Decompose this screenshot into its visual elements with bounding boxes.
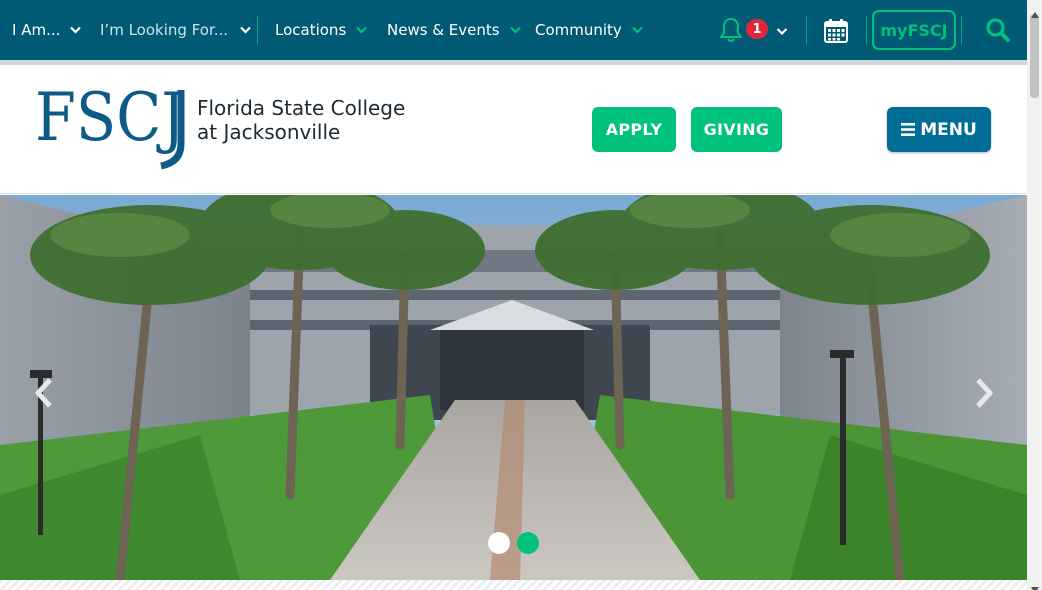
topbar-divider: [0, 60, 1027, 65]
bell-icon[interactable]: [717, 16, 745, 44]
college-name-line1: Florida State College: [197, 96, 406, 120]
chevron-right-icon: [976, 378, 993, 408]
calendar-icon[interactable]: [823, 18, 849, 44]
search-icon[interactable]: [985, 17, 1011, 43]
chevron-down-icon[interactable]: [776, 21, 788, 40]
nav-separator: [257, 16, 258, 44]
hero-carousel-image: [0, 195, 1027, 580]
carousel-dot-1[interactable]: [488, 532, 510, 554]
chevron-left-icon: [35, 378, 52, 408]
header-divider: [0, 193, 1027, 194]
chevron-down-icon: [70, 26, 82, 34]
carousel-next-button[interactable]: [972, 377, 996, 409]
nav-locations-label: Locations: [275, 21, 347, 39]
college-name[interactable]: Florida State College at Jacksonville: [197, 96, 405, 144]
section-divider-strip: [0, 580, 1027, 590]
nav-community[interactable]: Community: [535, 0, 643, 60]
chevron-down-icon: [632, 26, 643, 34]
myfscj-button[interactable]: myFSCJ: [872, 10, 956, 50]
nav-locations[interactable]: Locations: [275, 0, 368, 60]
chevron-down-icon: [509, 26, 521, 34]
nav-i-am[interactable]: I Am...: [12, 0, 82, 60]
menu-label: MENU: [920, 119, 977, 140]
nav-separator: [866, 16, 867, 44]
notification-count-badge: 1: [746, 19, 768, 39]
scrollbar-thumb[interactable]: [1030, 14, 1039, 98]
nav-looking-for[interactable]: I’m Looking For...: [100, 0, 251, 60]
scroll-up-arrow-icon[interactable]: [1031, 3, 1039, 22]
carousel-dot-2[interactable]: [517, 532, 539, 554]
nav-looking-for-label: I’m Looking For...: [100, 21, 229, 39]
college-name-line2: at Jacksonville: [197, 120, 341, 144]
bars-icon: [901, 123, 916, 136]
fscj-logo-mark[interactable]: FSCJ: [35, 79, 195, 170]
scroll-down-arrow-icon[interactable]: [1031, 578, 1039, 590]
chevron-down-icon: [356, 26, 368, 34]
giving-button[interactable]: GIVING: [691, 107, 782, 152]
nav-i-am-label: I Am...: [12, 21, 61, 39]
nav-separator: [806, 16, 807, 44]
logo-mark-text: FSCJ: [35, 82, 185, 156]
nav-news-events-label: News & Events: [387, 21, 500, 39]
nav-separator: [961, 16, 962, 44]
apply-button[interactable]: APPLY: [592, 107, 676, 152]
carousel-prev-button[interactable]: [32, 377, 56, 409]
chevron-down-icon: [240, 26, 251, 34]
nav-news-events[interactable]: News & Events: [387, 0, 521, 60]
menu-button[interactable]: MENU: [887, 107, 991, 152]
nav-community-label: Community: [535, 21, 622, 39]
